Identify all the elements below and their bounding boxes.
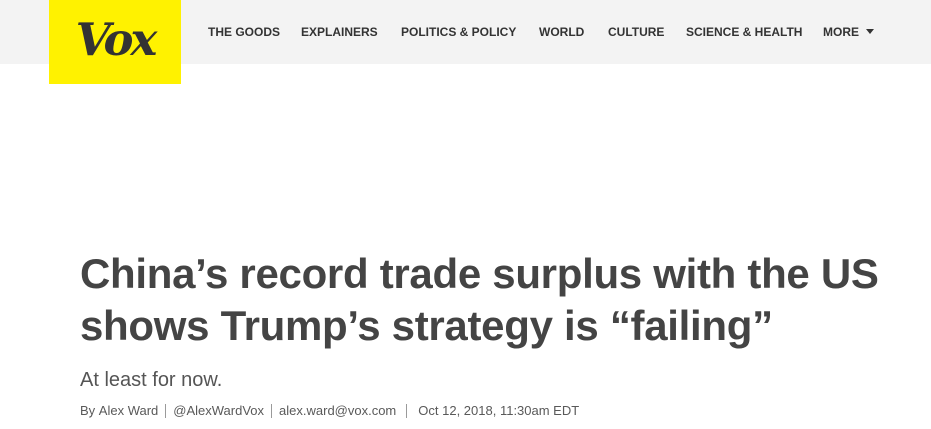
nav-item-explainers[interactable]: EXPLAINERS [301, 25, 378, 39]
author-twitter-link[interactable]: @AlexWardVox [173, 403, 264, 418]
author-link[interactable]: Alex Ward [99, 403, 158, 418]
nav-item-more-label: MORE [823, 25, 859, 39]
chevron-down-icon [866, 29, 874, 34]
publish-date: Oct 12, 2018, 11:30am EDT [418, 403, 580, 418]
byline-divider [271, 403, 273, 418]
vox-logo[interactable]: Vox [49, 0, 181, 84]
article-headline: China’s record trade surplus with the US… [80, 248, 931, 352]
article-dek: At least for now. [80, 369, 223, 391]
byline-prefix: By [80, 403, 96, 418]
logo-text: Vox [75, 12, 158, 66]
byline-divider [165, 403, 167, 418]
nav-item-culture[interactable]: CULTURE [608, 25, 664, 39]
author-email-link[interactable]: alex.ward@vox.com [279, 403, 396, 418]
nav-item-the-goods[interactable]: THE GOODS [208, 25, 280, 39]
nav-item-more[interactable]: MORE [823, 25, 874, 39]
nav-item-world[interactable]: WORLD [539, 25, 584, 39]
byline: By Alex Ward @AlexWardVox alex.ward@vox.… [80, 403, 579, 418]
nav-item-politics-policy[interactable]: POLITICS & POLICY [401, 25, 516, 39]
page: THE GOODS EXPLAINERS POLITICS & POLICY W… [0, 0, 931, 429]
headline-line-2: shows Trump’s strategy is “failing” [80, 302, 773, 349]
headline-line-1: China’s record trade surplus with the US [80, 250, 879, 297]
byline-divider [406, 403, 408, 418]
nav-item-science-health[interactable]: SCIENCE & HEALTH [686, 25, 802, 39]
